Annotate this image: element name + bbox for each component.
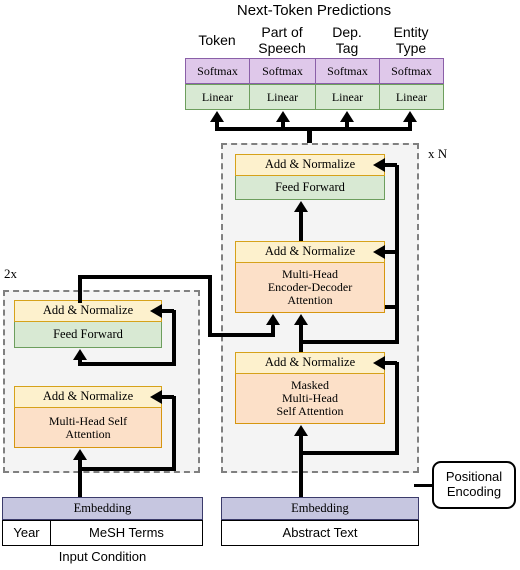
output-arrow-stem-token xyxy=(215,122,219,130)
encoder-residual-bottom-arrowhead xyxy=(150,390,162,404)
label-line-1: Entity xyxy=(393,24,429,41)
output-arrow-stem-entity xyxy=(408,122,412,130)
linear-block-pos: Linear xyxy=(249,84,316,110)
diagram-title: Next-Token Predictions xyxy=(236,1,392,19)
softmax-block-dep: Softmax xyxy=(315,58,380,84)
encoder-output-riser xyxy=(78,275,82,303)
decoder-residual-bottom-horizontal xyxy=(299,451,399,455)
encoder-embedding-block: Embedding xyxy=(2,497,203,520)
encoder-ff-input-arrowhead xyxy=(73,349,87,360)
softmax-block-pos: Softmax xyxy=(249,58,316,84)
encoder-add-normalize-bottom: Add & Normalize xyxy=(14,386,162,408)
decoder-crossattn-arrowhead-memory xyxy=(266,314,280,325)
positional-encoding-line-2: Encoding xyxy=(446,484,502,499)
decoder-residual-top-entry xyxy=(385,163,397,167)
decoder-residual-mid-horizontal xyxy=(299,340,399,344)
output-arrowhead-token xyxy=(210,111,224,122)
encoder-residual-top-horizontal xyxy=(78,362,176,366)
decoder-crossattn-arrowhead-query xyxy=(294,314,308,325)
decoder-residual-mid-entry xyxy=(385,250,397,254)
encoder-input-mesh-terms: MeSH Terms xyxy=(50,520,203,546)
decoder-masked-self-attention: Masked Multi-Head Self Attention xyxy=(235,374,385,424)
encoder-input-year: Year xyxy=(2,520,51,546)
encoder-residual-top-vertical xyxy=(172,310,176,365)
output-arrow-stem-dep xyxy=(345,122,349,130)
encoder-input-caption: Input Condition xyxy=(58,548,147,564)
encoder-residual-bottom-entry xyxy=(162,395,174,399)
softmax-block-token: Softmax xyxy=(185,58,250,84)
output-column-label-token: Token xyxy=(198,32,236,49)
decoder-residual-top-arrowhead xyxy=(373,158,385,172)
attention-line-2: Attention xyxy=(65,426,111,441)
decoder-residual-bottom-arrowhead xyxy=(373,356,385,370)
decoder-residual-mid-vertical xyxy=(395,251,399,343)
positional-encoding-block: Positional Encoding xyxy=(432,461,516,509)
label-line-1: Dep. xyxy=(332,24,362,41)
decoder-add-normalize-bottom: Add & Normalize xyxy=(235,352,385,374)
output-arrowhead-entity xyxy=(403,111,417,122)
attention-line-1: Multi-Head Self xyxy=(48,413,128,428)
encoder-add-normalize-top: Add & Normalize xyxy=(14,300,162,322)
encoder-ff-input-stem xyxy=(78,360,82,365)
decoder-feed-forward: Feed Forward xyxy=(235,176,385,200)
positional-encoding-line-1: Positional xyxy=(445,469,503,485)
decoder-embedding-block: Embedding xyxy=(221,497,419,520)
label-line-2: Type xyxy=(395,40,427,56)
label-line-2: Speech xyxy=(258,40,306,56)
encoder-residual-top-entry xyxy=(162,309,174,313)
decoder-repeat-label: x N xyxy=(428,146,448,161)
decoder-residual-mid-arrowhead xyxy=(373,245,385,259)
diagram-canvas: Next-Token Predictions Token Part of Spe… xyxy=(0,0,520,570)
encoder-output-horizontal-top xyxy=(78,275,212,279)
output-column-label-pos: Part of Speech xyxy=(249,24,315,58)
encoder-embedding-stem xyxy=(78,460,82,498)
encoder-multi-head-self-attention: Multi-Head Self Attention xyxy=(14,408,162,448)
output-column-label-dep: Dep. Tag xyxy=(315,24,379,58)
label-line-2: Tag xyxy=(335,40,359,56)
decoder-embedding-arrowhead xyxy=(294,425,308,436)
decoder-add-normalize-mid: Add & Normalize xyxy=(235,241,385,263)
decoder-add-normalize-top: Add & Normalize xyxy=(235,154,385,176)
decoder-ff-input-arrowhead xyxy=(294,201,308,212)
decoder-embedding-stem xyxy=(299,436,303,498)
decoder-input-block: Abstract Text xyxy=(221,520,419,546)
positional-encoding-connector xyxy=(414,484,434,487)
output-arrow-stem-pos xyxy=(281,122,285,130)
encoder-residual-bottom-vertical xyxy=(172,396,176,470)
encoder-residual-top-arrowhead xyxy=(150,304,162,318)
encoder-output-horizontal-bottom xyxy=(208,333,275,337)
label-line-1: Part of xyxy=(261,24,303,41)
encoder-embedding-arrowhead xyxy=(73,449,87,460)
encoder-feed-forward: Feed Forward xyxy=(14,322,162,348)
encoder-output-drop xyxy=(208,275,212,337)
decoder-residual-bottom-vertical xyxy=(395,362,399,454)
encoder-residual-bottom-horizontal xyxy=(78,467,176,471)
attention-line-3: Attention xyxy=(287,292,333,307)
output-arrowhead-dep xyxy=(340,111,354,122)
output-bus-horizontal xyxy=(215,127,412,131)
attention-line-3: Self Attention xyxy=(276,403,344,418)
decoder-encoder-decoder-attention: Multi-Head Encoder-Decoder Attention xyxy=(235,263,385,313)
linear-block-token: Linear xyxy=(185,84,250,110)
linear-block-entity: Linear xyxy=(379,84,444,110)
linear-block-dep: Linear xyxy=(315,84,380,110)
encoder-repeat-label: 2x xyxy=(4,266,17,281)
output-arrowhead-pos xyxy=(276,111,290,122)
output-column-label-entity: Entity Type xyxy=(379,24,443,58)
softmax-block-entity: Softmax xyxy=(379,58,444,84)
decoder-residual-bottom-entry xyxy=(385,361,397,365)
